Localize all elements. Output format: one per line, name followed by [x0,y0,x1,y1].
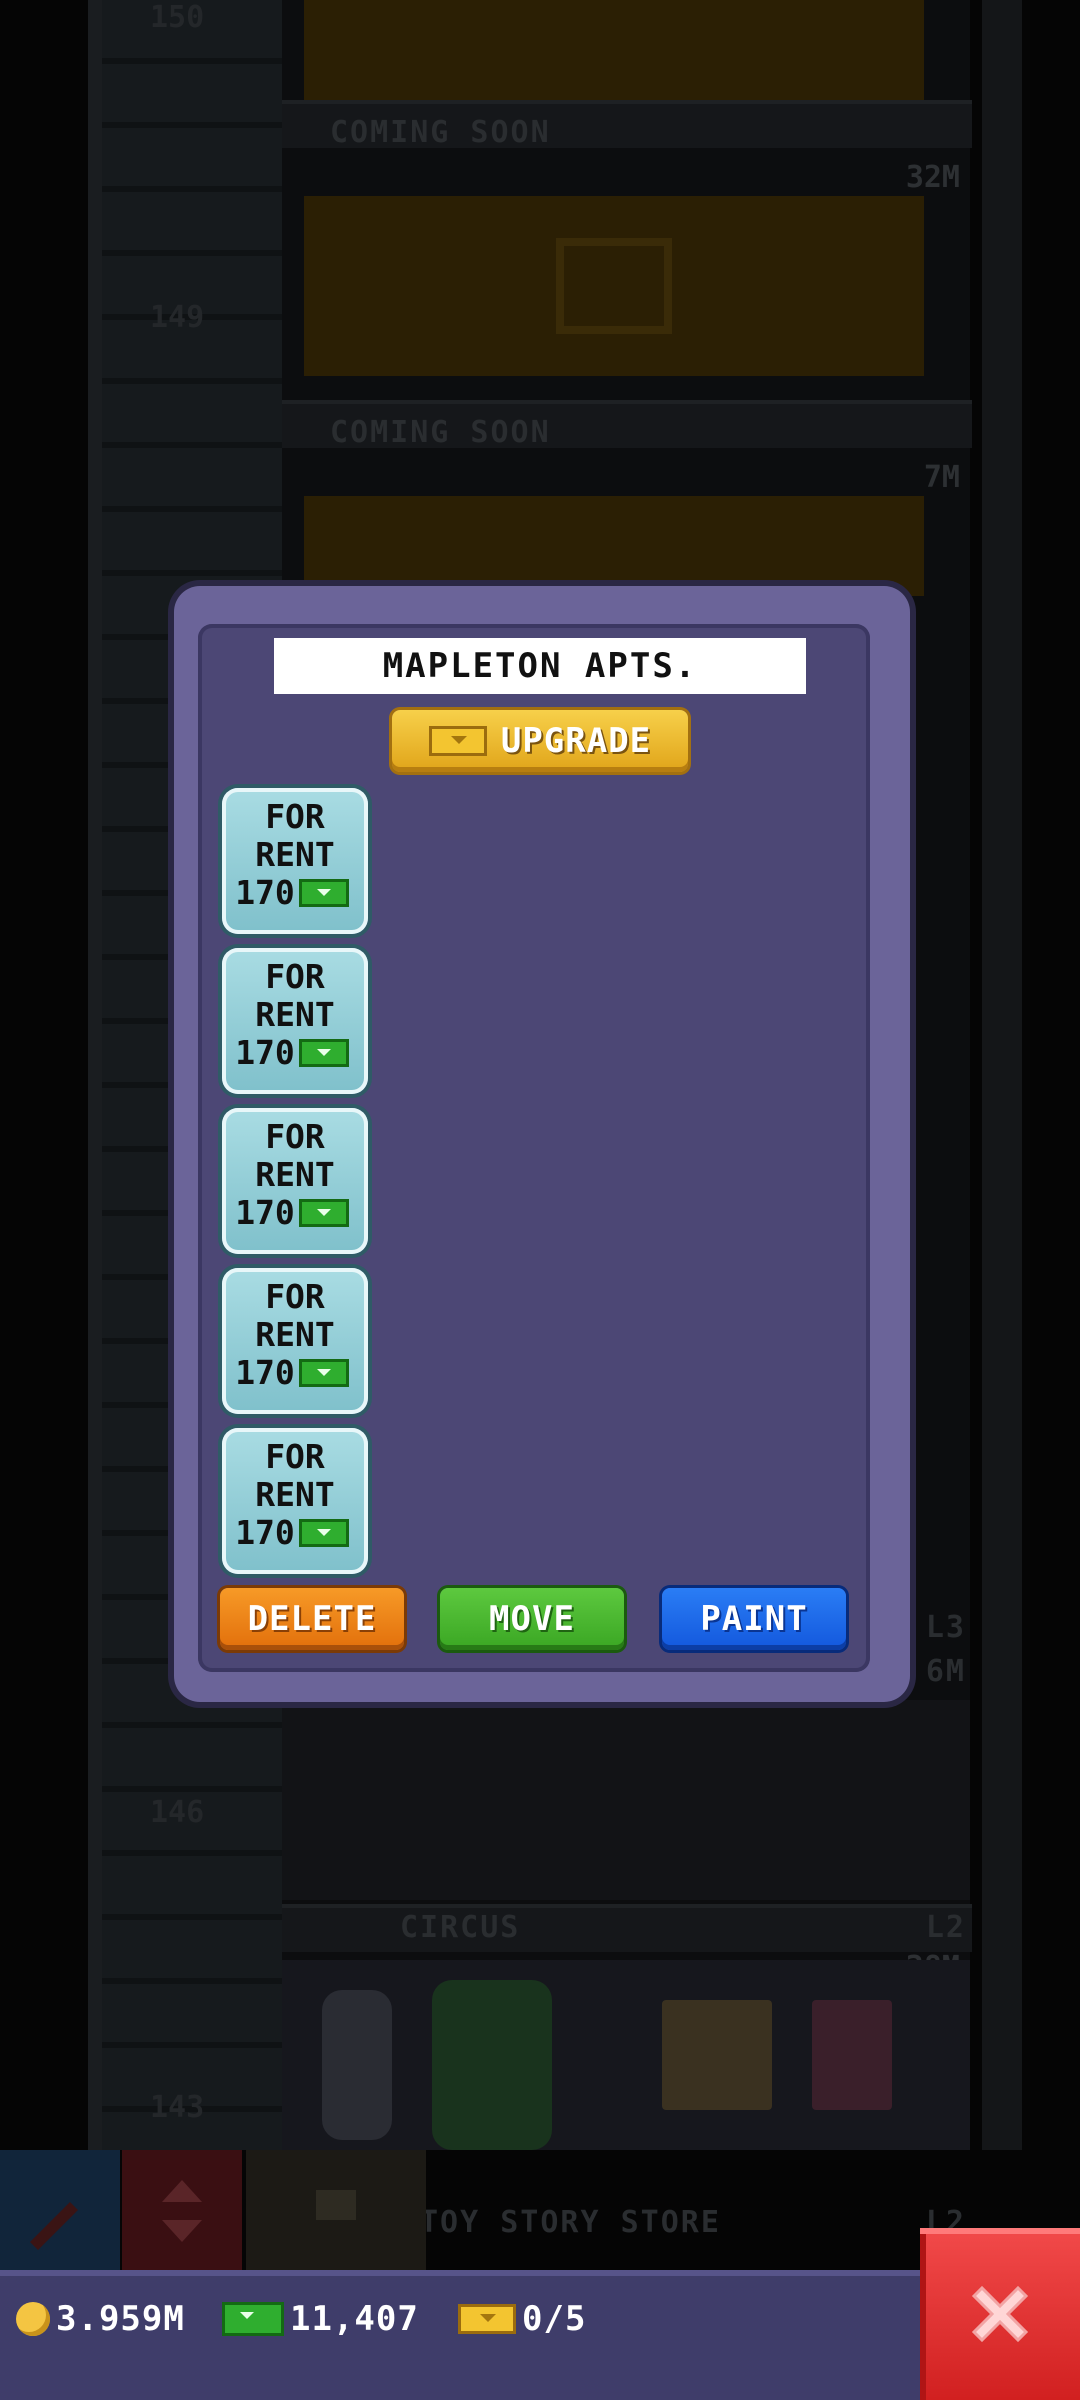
unit-price-row: 170 [216,874,368,912]
close-icon [971,2285,1029,2343]
unit-status-line2: RENT [255,1315,335,1354]
floor-room-top [304,0,924,100]
close-button[interactable] [920,2228,1080,2400]
unit-price-row: 170 [216,1354,368,1392]
circus-room [282,1960,970,2150]
tower-rail [982,0,1022,2150]
unit-status-line1: FOR [265,1277,325,1316]
cash-icon [298,879,349,907]
cash-icon [298,1519,349,1547]
coming-soon-label-1: COMING SOON [330,115,551,150]
pipette-icon [30,2202,78,2250]
lion-poster [662,2000,772,2110]
elevator-tool-button[interactable] [122,2150,242,2270]
unit-status-line2: RENT [255,995,335,1034]
unit-status-line2: RENT [255,835,335,874]
unit-status-line1: FOR [265,957,325,996]
cash-icon [298,1359,349,1387]
floor-number-143: 143 [150,2090,205,2125]
coming-soon-room-1 [304,196,924,376]
bux-icon [458,2304,516,2334]
unit-status-line2: RENT [255,1475,335,1514]
apartment-unit[interactable]: FOR RENT 170 [222,948,368,1094]
tickets-stat: 0/5 [458,2296,586,2342]
build-tool-button[interactable] [246,2150,426,2270]
statue-sprite [322,1990,392,2140]
cash-icon [298,1039,349,1067]
cash-stat: 11,407 [222,2296,419,2342]
floor-room-dark [282,1700,970,1900]
unit-price-row: 170 [216,1514,368,1552]
move-button[interactable]: MOVE [440,1588,624,1650]
floor-price-1: 32M [905,160,960,195]
build-icon [316,2190,356,2220]
unit-price: 170 [235,1353,295,1392]
bux-icon [428,726,487,756]
room-door [556,238,672,334]
unit-status-line1: FOR [265,1117,325,1156]
coin-icon [16,2302,50,2336]
unit-price: 170 [235,1193,295,1232]
coins-stat: 3.959M [16,2296,185,2342]
unit-price: 170 [235,873,295,912]
unit-price: 170 [235,1033,295,1072]
store-label: TOY STORY STORE [420,2205,721,2240]
circus-level: L2 [925,1910,966,1945]
clown-poster [812,2000,892,2110]
coming-soon-label-2: COMING SOON [330,415,551,450]
upgrade-button[interactable]: UPGRADE [392,710,688,772]
upgrade-label: UPGRADE [500,721,652,761]
floor-price-2: 7M [923,460,960,495]
pipette-tool-button[interactable] [0,2150,120,2270]
dialog-title: MAPLETON APTS. [274,638,806,694]
up-down-arrows-icon [162,2180,202,2242]
floor-number-146: 146 [150,1795,205,1830]
apartment-unit[interactable]: FOR RENT 170 [222,788,368,934]
unit-status-line1: FOR [265,1437,325,1476]
circus-band [282,1904,972,1952]
paint-button[interactable]: PAINT [662,1588,846,1650]
unit-status-line2: RENT [255,1155,335,1194]
unit-price: 170 [235,1513,295,1552]
cash-icon [298,1199,349,1227]
apartment-unit[interactable]: FOR RENT 170 [222,1428,368,1574]
unit-status-line1: FOR [265,797,325,836]
tickets-value: 0/5 [522,2299,587,2339]
floor-number-149: 149 [150,300,205,335]
cash-icon [222,2302,284,2336]
floor-number-150: 150 [150,0,205,35]
side-price: 6M [925,1654,966,1689]
coins-value: 3.959M [56,2299,185,2339]
apartment-unit[interactable]: FOR RENT 170 [222,1108,368,1254]
unit-price-row: 170 [216,1034,368,1072]
shaft-rail-left [88,0,102,2150]
coming-soon-room-2 [304,496,924,596]
arch-sprite [432,1980,552,2150]
unit-price-row: 170 [216,1194,368,1232]
cash-value: 11,407 [290,2299,419,2339]
side-level: L3 [925,1610,966,1645]
apartment-unit[interactable]: FOR RENT 170 [222,1268,368,1414]
delete-button[interactable]: DELETE [220,1588,404,1650]
circus-label: CIRCUS [400,1910,521,1945]
